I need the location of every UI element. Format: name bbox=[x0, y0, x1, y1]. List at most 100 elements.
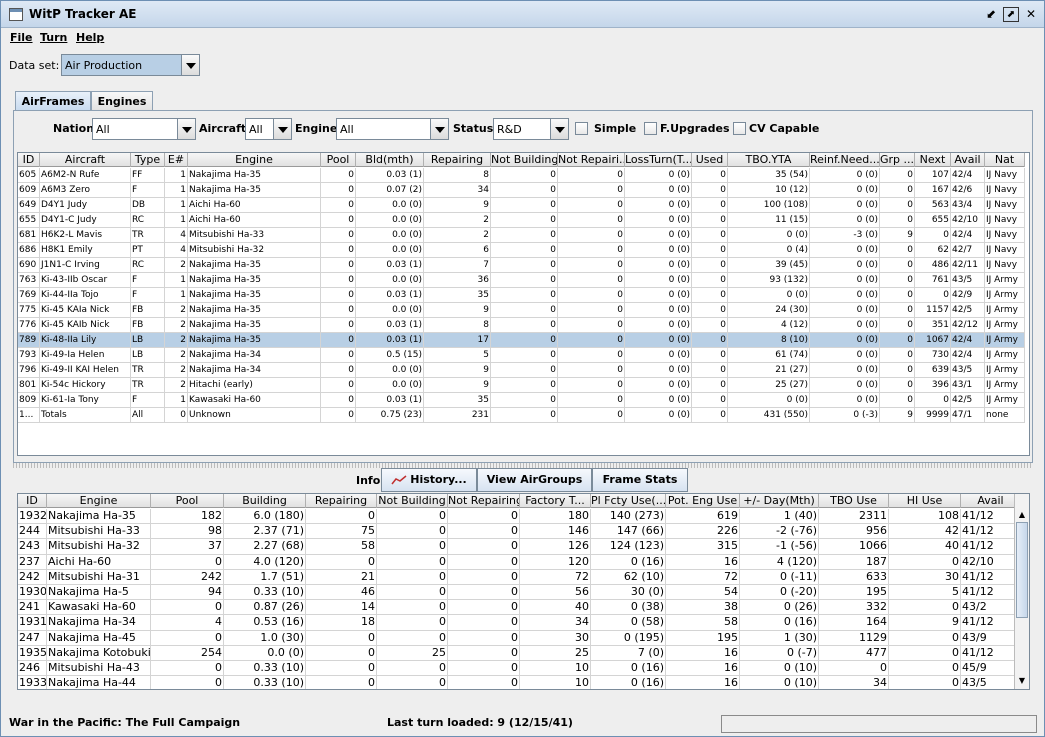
chevron-down-icon[interactable] bbox=[177, 119, 195, 139]
chevron-down-icon[interactable] bbox=[550, 119, 568, 139]
table-row[interactable]: 649 D4Y1 Judy DB 1 Aichi Ha-60 0 0.0 (0) 9 0 0 0 (… bbox=[18, 198, 1025, 213]
aircraft-select[interactable]: All bbox=[245, 118, 292, 140]
table-row[interactable]: 801 Ki-54c Hickory TR 2 Hitachi (early) 0 0.0 … bbox=[18, 378, 1025, 393]
table-row[interactable]: 247 Nakajima Ha-45 0 1.0 (30) 0 0 0 30 0 (195) 19… bbox=[18, 630, 1021, 646]
column-header[interactable]: Not Building bbox=[491, 153, 558, 167]
tab-engines[interactable]: Engines bbox=[91, 91, 153, 110]
table-row[interactable]: 686 H8K1 Emily PT 4 Mitsubishi Ha-32 0 0.0 (0)… bbox=[18, 243, 1025, 258]
column-header[interactable]: TBO Use bbox=[819, 494, 889, 508]
table-row[interactable]: 605 A6M2-N Rufe FF 1 Nakajima Ha-35 0 0.03 (1)… bbox=[18, 168, 1025, 183]
column-header[interactable]: Type bbox=[131, 153, 165, 167]
minimize-icon[interactable]: ⬋ bbox=[983, 7, 999, 22]
table-row[interactable]: 246 Mitsubishi Ha-43 0 0.33 (10) 0 0 0 10 0 (16)… bbox=[18, 661, 1021, 677]
table-row[interactable]: 1935 Nakajima Kotobuki 254 0.0 (0) 0 25 0 25 7 (… bbox=[18, 645, 1021, 661]
column-header[interactable]: Grp ... bbox=[880, 153, 915, 167]
column-header[interactable]: Aircraft bbox=[40, 153, 131, 167]
dataset-select[interactable]: Air Production bbox=[61, 54, 200, 76]
table-row[interactable]: 1932 Nakajima Ha-35 182 6.0 (180) 0 0 0 180 140 … bbox=[18, 509, 1021, 525]
scroll-down-icon[interactable]: ▼ bbox=[1015, 674, 1029, 688]
close-icon[interactable]: ✕ bbox=[1023, 7, 1039, 22]
table-row[interactable]: 763 Ki-43-IIb Oscar F 1 Nakajima Ha-35 0 0.0 (… bbox=[18, 273, 1025, 288]
column-header[interactable]: Pot. Eng Use bbox=[666, 494, 740, 508]
column-header[interactable]: HI Use bbox=[889, 494, 961, 508]
column-header[interactable]: Repairing bbox=[424, 153, 491, 167]
table-row[interactable]: 241 Kawasaki Ha-60 0 0.87 (26) 14 0 0 40 0 (38) 3… bbox=[18, 600, 1021, 616]
column-header[interactable]: LossTurn(T... bbox=[625, 153, 692, 167]
f-upgrades-checkbox[interactable] bbox=[644, 122, 657, 135]
table-cell: 1 (30) bbox=[740, 630, 819, 646]
column-header[interactable]: Repairing bbox=[306, 494, 377, 508]
column-header[interactable]: Engine bbox=[47, 494, 151, 508]
table-cell: 72 bbox=[520, 569, 591, 585]
airframes-table[interactable]: ID Aircraft Type E# Engine Pool Bld(mth) Repair… bbox=[17, 152, 1030, 456]
column-header[interactable]: Next bbox=[915, 153, 951, 167]
tab-airframes[interactable]: AirFrames bbox=[15, 91, 91, 111]
table-row[interactable]: 681 H6K2-L Mavis TR 4 Mitsubishi Ha-33 0 0.0 (… bbox=[18, 228, 1025, 243]
column-header[interactable]: Not Repairi... bbox=[558, 153, 625, 167]
cv-capable-checkbox[interactable] bbox=[733, 122, 746, 135]
table-row[interactable]: 1930 Nakajima Ha-5 94 0.33 (10) 46 0 0 56 30 (0)… bbox=[18, 585, 1021, 601]
table-row[interactable]: 1933 Nakajima Ha-44 0 0.33 (10) 0 0 0 10 0 (16) 1… bbox=[18, 676, 1021, 689]
table-cell: 793 bbox=[18, 348, 40, 363]
menu-help[interactable]: Help bbox=[76, 31, 104, 44]
column-header[interactable]: +/- Day(Mth) bbox=[740, 494, 819, 508]
engine-label: Engine: bbox=[295, 122, 342, 135]
table-row[interactable]: 1... Totals All 0 Unknown 0 0.75 (23) 231 0 0 0 (0… bbox=[18, 408, 1025, 423]
column-header[interactable]: Building bbox=[224, 494, 306, 508]
column-header[interactable]: ID bbox=[18, 153, 40, 167]
title-bar[interactable]: WitP Tracker AE ⬋ ⬈ ✕ bbox=[1, 1, 1044, 28]
table-row[interactable]: 1931 Nakajima Ha-34 4 0.53 (16) 18 0 0 34 0 (58)… bbox=[18, 615, 1021, 631]
table-row[interactable]: 769 Ki-44-IIa Tojo F 1 Nakajima Ha-35 0 0.03 (… bbox=[18, 288, 1025, 303]
menu-file[interactable]: File bbox=[10, 31, 33, 44]
table-row[interactable]: 237 Aichi Ha-60 0 4.0 (120) 0 0 0 120 0 (16) 16 4 … bbox=[18, 554, 1021, 570]
table-row[interactable]: 775 Ki-45 KAIa Nick FB 2 Nakajima Ha-35 0 0.0 … bbox=[18, 303, 1025, 318]
column-header[interactable]: Factory T... bbox=[520, 494, 591, 508]
table-row[interactable]: 609 A6M3 Zero F 1 Nakajima Ha-35 0 0.07 (2) 34 0… bbox=[18, 183, 1025, 198]
status-select[interactable]: R&D bbox=[493, 118, 569, 140]
column-header[interactable]: Not Repairing bbox=[448, 494, 520, 508]
chevron-down-icon[interactable] bbox=[430, 119, 448, 139]
menu-turn[interactable]: Turn bbox=[40, 31, 67, 44]
scroll-thumb[interactable] bbox=[1016, 522, 1028, 618]
table-cell: 0 (0) bbox=[625, 363, 692, 378]
column-header[interactable]: Pl Fcty Use(... bbox=[591, 494, 666, 508]
column-header[interactable]: Pool bbox=[151, 494, 224, 508]
column-header[interactable]: Avail bbox=[961, 494, 1021, 508]
table-row[interactable]: 789 Ki-48-IIa Lily LB 2 Nakajima Ha-35 0 0.03 … bbox=[18, 333, 1025, 348]
column-header[interactable]: Bld(mth) bbox=[356, 153, 424, 167]
table-cell: 0 bbox=[491, 183, 558, 198]
table-row[interactable]: 776 Ki-45 KAIb Nick FB 2 Nakajima Ha-35 0 0.03… bbox=[18, 318, 1025, 333]
engine-select[interactable]: All bbox=[336, 118, 449, 140]
column-header[interactable]: Avail bbox=[951, 153, 985, 167]
column-header[interactable]: Pool bbox=[321, 153, 356, 167]
column-header[interactable]: Not Building bbox=[377, 494, 448, 508]
column-header[interactable]: Reinf.Need... bbox=[810, 153, 880, 167]
table-row[interactable]: 809 Ki-61-Ia Tony F 1 Kawasaki Ha-60 0 0.03 (1… bbox=[18, 393, 1025, 408]
scroll-up-icon[interactable]: ▲ bbox=[1015, 508, 1029, 522]
column-header[interactable]: E# bbox=[165, 153, 188, 167]
engines-table[interactable]: ID Engine Pool Building Repairing Not Buildin… bbox=[17, 493, 1030, 690]
table-row[interactable]: 244 Mitsubishi Ha-33 98 2.37 (71) 75 0 0 146 147… bbox=[18, 524, 1021, 540]
view-airgroups-button[interactable]: View AirGroups bbox=[477, 468, 592, 492]
column-header[interactable]: Nat bbox=[985, 153, 1025, 167]
simple-checkbox[interactable] bbox=[575, 122, 588, 135]
table-cell: 0 bbox=[558, 333, 625, 348]
column-header[interactable]: ID bbox=[18, 494, 47, 508]
chevron-down-icon[interactable] bbox=[181, 55, 199, 75]
table-cell: 0 bbox=[558, 378, 625, 393]
table-row[interactable]: 796 Ki-49-II KAI Helen TR 2 Nakajima Ha-34 0 0… bbox=[18, 363, 1025, 378]
column-header[interactable]: Engine bbox=[188, 153, 321, 167]
table-row[interactable]: 243 Mitsubishi Ha-32 37 2.27 (68) 58 0 0 126 124… bbox=[18, 539, 1021, 555]
maximize-icon[interactable]: ⬈ bbox=[1003, 7, 1019, 22]
table-row[interactable]: 690 J1N1-C Irving RC 2 Nakajima Ha-35 0 0.03 (… bbox=[18, 258, 1025, 273]
chevron-down-icon[interactable] bbox=[273, 119, 291, 139]
nation-select[interactable]: All bbox=[92, 118, 196, 140]
history-button[interactable]: History... bbox=[381, 468, 477, 492]
table-row[interactable]: 655 D4Y1-C Judy RC 1 Aichi Ha-60 0 0.0 (0) 2 0 0 0… bbox=[18, 213, 1025, 228]
table-row[interactable]: 793 Ki-49-Ia Helen LB 2 Nakajima Ha-34 0 0.5 (… bbox=[18, 348, 1025, 363]
column-header[interactable]: Used bbox=[692, 153, 728, 167]
vertical-scrollbar[interactable]: ▲ ▼ bbox=[1014, 494, 1029, 689]
column-header[interactable]: TBO.YTA bbox=[728, 153, 810, 167]
table-row[interactable]: 242 Mitsubishi Ha-31 242 1.7 (51) 21 0 0 72 62 (… bbox=[18, 569, 1021, 585]
frame-stats-button[interactable]: Frame Stats bbox=[592, 468, 688, 492]
